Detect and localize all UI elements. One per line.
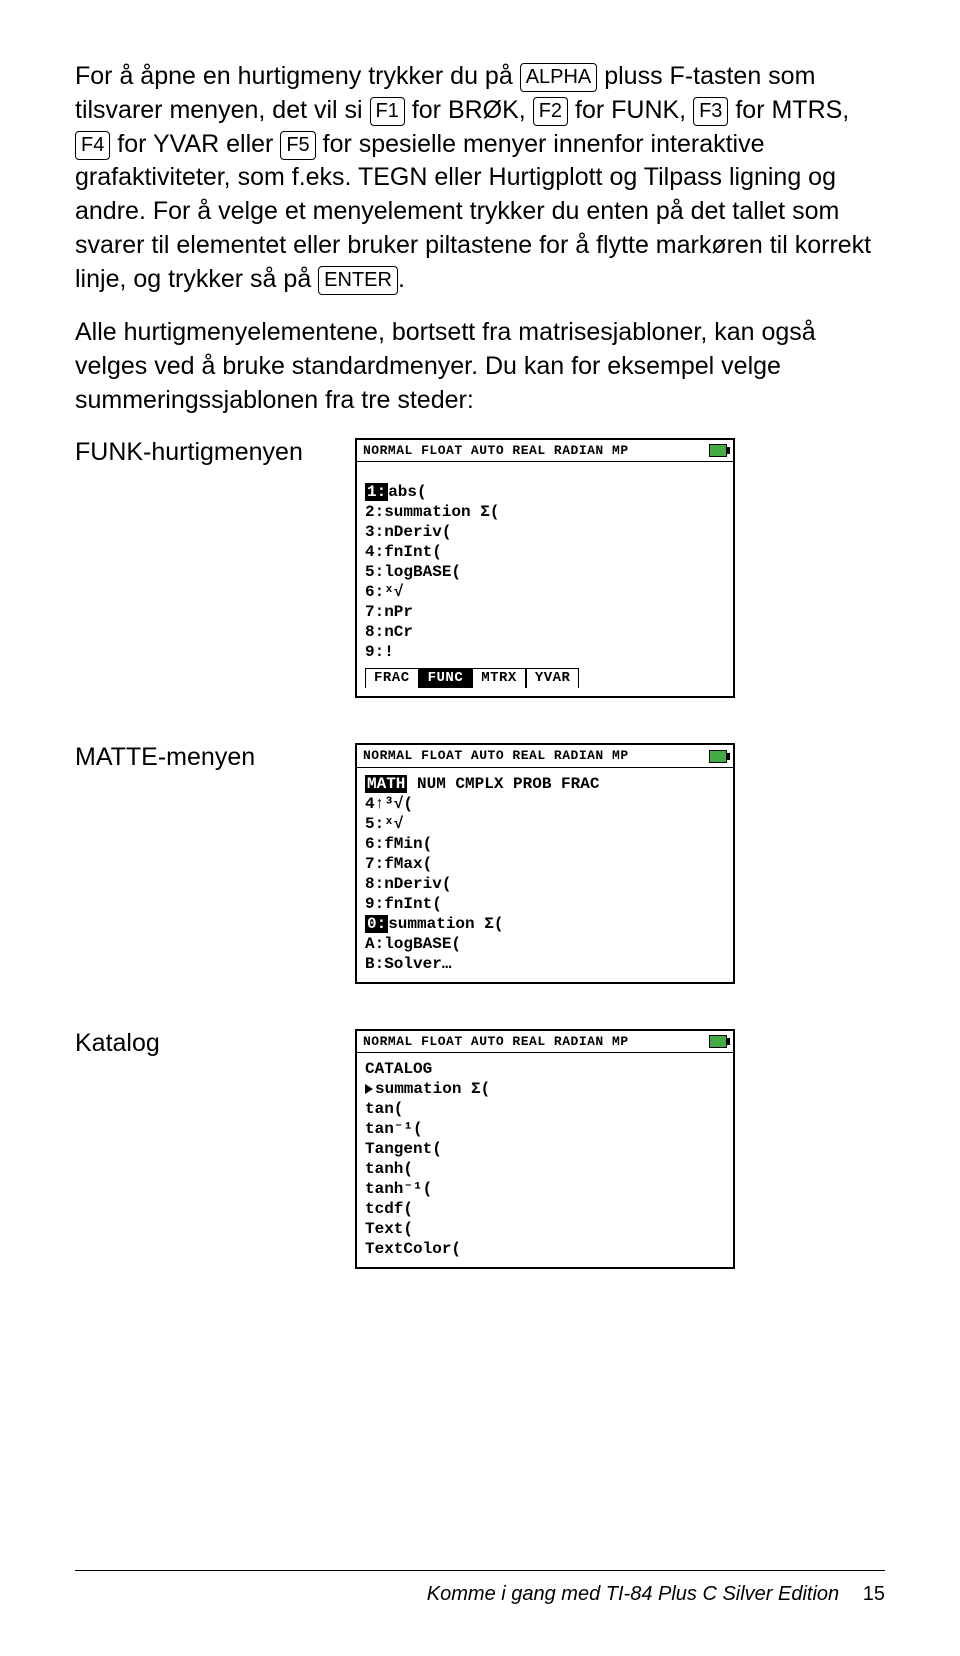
status-bar: NORMAL FLOAT AUTO REAL RADIAN MP xyxy=(357,1031,733,1053)
key-f2: F2 xyxy=(533,97,568,126)
tab-func: FUNC xyxy=(419,668,473,689)
cursor-icon xyxy=(365,1084,373,1094)
list-item: TextColor( xyxy=(365,1239,725,1259)
list-item: tan⁻¹( xyxy=(365,1119,725,1139)
tab-mtrx: MTRX xyxy=(472,668,526,689)
key-enter: ENTER xyxy=(318,266,398,295)
list-item: 7:fMax( xyxy=(365,854,725,874)
battery-icon xyxy=(709,444,727,457)
row-katalog: Katalog NORMAL FLOAT AUTO REAL RADIAN MP… xyxy=(75,1029,885,1269)
list-item: 3:nDeriv( xyxy=(365,522,725,542)
list-number: 0: xyxy=(365,915,388,933)
text: For å åpne en hurtigmeny trykker du på xyxy=(75,62,520,90)
battery-icon xyxy=(709,1035,727,1048)
screen-matte: NORMAL FLOAT AUTO REAL RADIAN MP MATH NU… xyxy=(355,743,735,983)
text: for YVAR eller xyxy=(110,130,280,158)
list-item: 6:ˣ√ xyxy=(365,582,725,602)
tab-frac: FRAC xyxy=(365,668,419,689)
text: . xyxy=(398,265,405,293)
list-item: A:logBASE( xyxy=(365,934,725,954)
status-bar: NORMAL FLOAT AUTO REAL RADIAN MP xyxy=(357,745,733,767)
row-matte: MATTE-menyen NORMAL FLOAT AUTO REAL RADI… xyxy=(75,743,885,983)
paragraph-2: Alle hurtigmenyelementene, bortsett fra … xyxy=(75,316,885,417)
key-f5: F5 xyxy=(280,131,315,160)
list-item: 8:nDeriv( xyxy=(365,874,725,894)
list-item: summation Σ( xyxy=(365,1079,725,1099)
status-text: NORMAL FLOAT AUTO REAL RADIAN MP xyxy=(363,1034,629,1050)
list-item: 9:! xyxy=(365,642,725,662)
text: for BRØK, xyxy=(405,96,533,124)
paragraph-1: For å åpne en hurtigmeny trykker du på A… xyxy=(75,60,885,296)
label-katalog: Katalog xyxy=(75,1029,355,1058)
key-f4: F4 xyxy=(75,131,110,160)
list-item: 0:summation Σ( xyxy=(365,914,725,934)
footer-title: Komme i gang med TI-84 Plus C Silver Edi… xyxy=(427,1583,839,1605)
list-item: 2:summation Σ( xyxy=(365,502,725,522)
catalog-title: CATALOG xyxy=(365,1059,725,1079)
label-matte: MATTE-menyen xyxy=(75,743,355,772)
screen-katalog: NORMAL FLOAT AUTO REAL RADIAN MP CATALOG… xyxy=(355,1029,735,1269)
menu-header: MATH NUM CMPLX PROB FRAC xyxy=(365,774,725,794)
screen-funk: NORMAL FLOAT AUTO REAL RADIAN MP 1:abs( … xyxy=(355,438,735,699)
text: for MTRS, xyxy=(728,96,849,124)
list-item: Tangent( xyxy=(365,1139,725,1159)
list-item: tcdf( xyxy=(365,1199,725,1219)
list-number: 1: xyxy=(365,483,388,501)
list-item: 7:nPr xyxy=(365,602,725,622)
key-f3: F3 xyxy=(693,97,728,126)
status-bar: NORMAL FLOAT AUTO REAL RADIAN MP xyxy=(357,440,733,462)
status-text: NORMAL FLOAT AUTO REAL RADIAN MP xyxy=(363,748,629,764)
label-funk: FUNK-hurtigmenyen xyxy=(75,438,355,467)
list-item: Text( xyxy=(365,1219,725,1239)
tab-yvar: YVAR xyxy=(526,668,580,689)
list-item: 9:fnInt( xyxy=(365,894,725,914)
list-item: 6:fMin( xyxy=(365,834,725,854)
key-f1: F1 xyxy=(370,97,405,126)
list-item: tanh⁻¹( xyxy=(365,1179,725,1199)
key-alpha: ALPHA xyxy=(520,63,598,92)
list-text: summation Σ( xyxy=(388,915,503,933)
page-number: 15 xyxy=(863,1583,885,1605)
footer: Komme i gang med TI-84 Plus C Silver Edi… xyxy=(75,1570,885,1606)
list-item: 1:abs( xyxy=(365,482,725,502)
list-item: tanh( xyxy=(365,1159,725,1179)
list-text: summation Σ( xyxy=(375,1080,490,1098)
list-item: B:Solver… xyxy=(365,954,725,974)
list-item: 4:fnInt( xyxy=(365,542,725,562)
menu-active: MATH xyxy=(365,775,407,793)
list-item: 8:nCr xyxy=(365,622,725,642)
menu-rest: NUM CMPLX PROB FRAC xyxy=(407,775,599,793)
list-item: 5:ˣ√ xyxy=(365,814,725,834)
list-item: 4↑³√( xyxy=(365,794,725,814)
battery-icon xyxy=(709,750,727,763)
tab-bar: FRAC FUNC MTRX YVAR xyxy=(365,668,725,689)
list-item: tan( xyxy=(365,1099,725,1119)
list-text: abs( xyxy=(388,483,426,501)
text: for FUNK, xyxy=(568,96,693,124)
status-text: NORMAL FLOAT AUTO REAL RADIAN MP xyxy=(363,443,629,459)
list-item: 5:logBASE( xyxy=(365,562,725,582)
row-funk: FUNK-hurtigmenyen NORMAL FLOAT AUTO REAL… xyxy=(75,438,885,699)
